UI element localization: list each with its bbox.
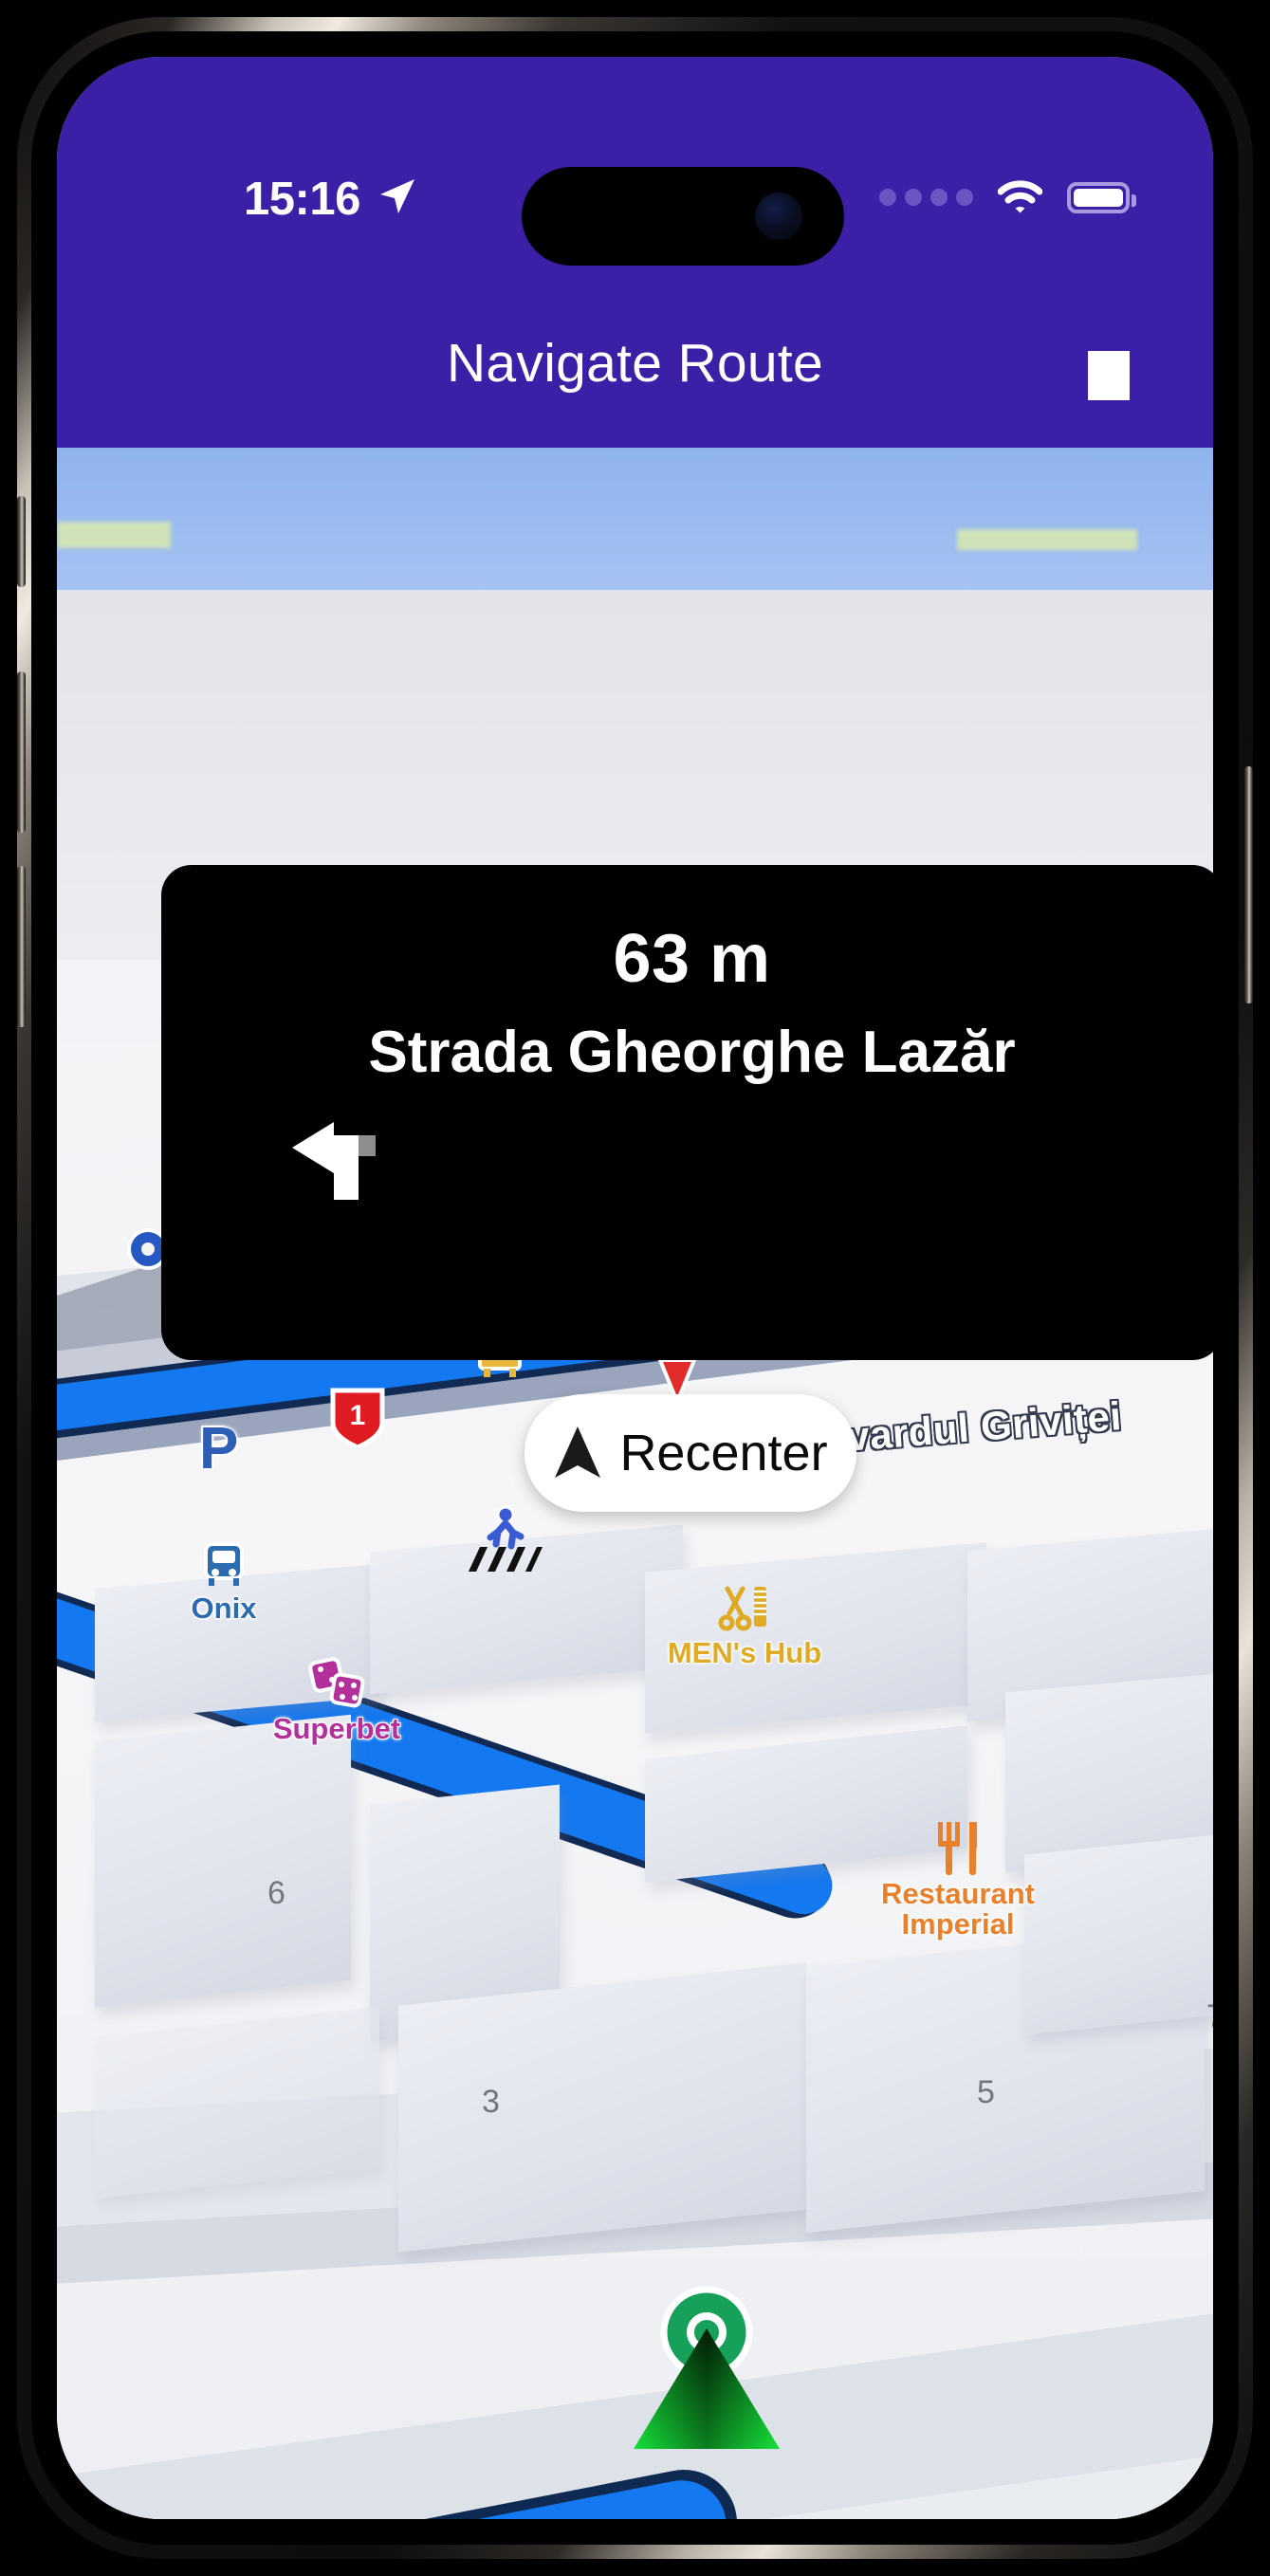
front-camera [755, 193, 802, 240]
status-time: 15:16 [244, 174, 360, 225]
recenter-label: Recenter [619, 1425, 828, 1481]
battery-level [1074, 188, 1123, 207]
map-building [95, 1714, 351, 2008]
map-canvas[interactable]: 6 3 5 7 9 P P 1 Bulevardul Griviței [57, 448, 1213, 2519]
map-building-number: 3 [482, 2084, 500, 2120]
turn-left-icon [292, 1122, 376, 1200]
map-transit-ring-icon [131, 1232, 165, 1266]
location-arrow-icon [380, 179, 414, 213]
map-building [398, 1962, 806, 2253]
map-building [95, 1563, 379, 1722]
power-button[interactable] [1244, 766, 1253, 1003]
phone-screen: 6 3 5 7 9 P P 1 Bulevardul Griviței [57, 57, 1213, 2519]
map-parking-icon: P [199, 1416, 239, 1481]
map-building [645, 1542, 986, 1734]
navigation-cursor-icon [555, 1426, 601, 1478]
map-route-shield-icon: 1 [330, 1388, 385, 1447]
map-building-number: 6 [267, 1875, 285, 1911]
stop-navigation-button[interactable] [1088, 351, 1130, 400]
svg-text:1: 1 [350, 1400, 366, 1431]
map-building [1024, 1829, 1213, 2035]
navigation-position-marker [634, 2286, 780, 2449]
map-horizon-sky [57, 448, 1213, 609]
navigation-distance: 63 m [613, 921, 771, 997]
map-green-area-left [57, 522, 171, 548]
map-green-area-right [957, 529, 1137, 550]
wifi-icon [998, 180, 1042, 213]
map-pedestrian-icon [487, 1505, 525, 1550]
app-bar: 15:16 Navigate Route [57, 57, 1213, 448]
dynamic-island [522, 167, 844, 266]
volume-up-button[interactable] [17, 672, 26, 833]
recenter-button[interactable]: Recenter [525, 1394, 856, 1512]
volume-down-button[interactable] [17, 866, 26, 1027]
status-bar: 15:16 [57, 57, 1213, 266]
phone-frame: 6 3 5 7 9 P P 1 Bulevardul Griviței [17, 17, 1253, 2559]
map-building-number: 7 [1206, 1998, 1213, 2035]
cellular-dots-icon [879, 189, 973, 206]
navigation-instruction-panel[interactable]: 63 m Strada Gheorghe Lazăr [161, 865, 1213, 1360]
status-icons [879, 180, 1136, 214]
page-title: Navigate Route [446, 333, 824, 394]
map-building-number: 5 [977, 2074, 995, 2110]
silence-switch[interactable] [17, 496, 26, 587]
navigation-street-name: Strada Gheorghe Lazăr [368, 1020, 1016, 1085]
battery-icon [1067, 181, 1136, 213]
map-building [95, 2007, 379, 2199]
